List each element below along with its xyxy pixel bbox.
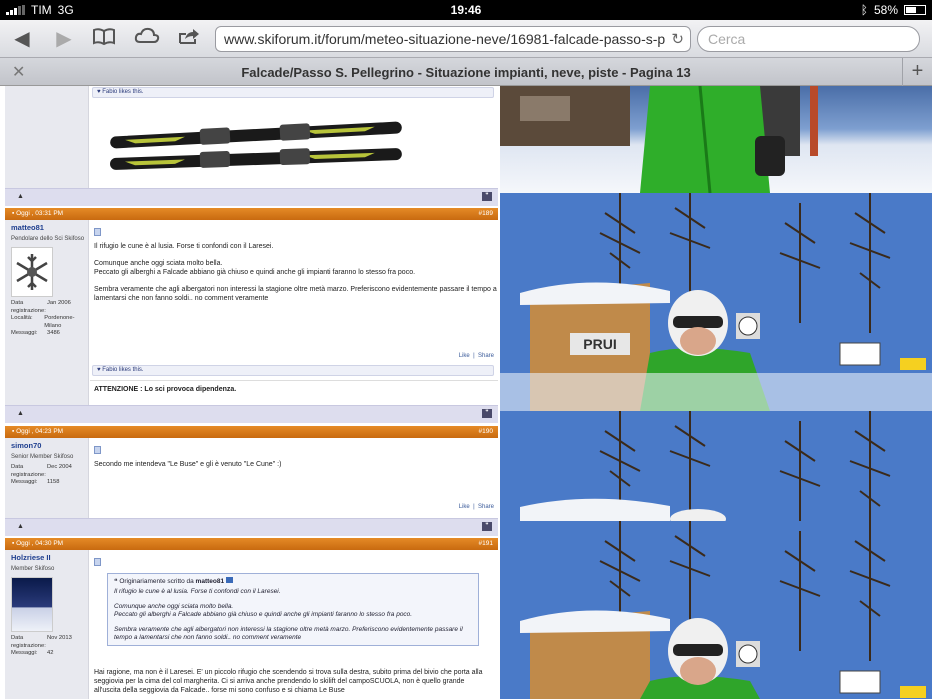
post-date: Oggi , 04:23 PM [16, 428, 64, 435]
quote-box: ❝ Originariamente scritto da matteo81 Il… [107, 573, 479, 646]
post-header: ▪ Oggi , 04:30 PM #191 [5, 538, 498, 550]
user-title: Senior Member Skifoso [11, 454, 74, 460]
post-icon: ▪ [12, 428, 15, 435]
share-link[interactable]: Share [478, 353, 494, 359]
document-icon [94, 446, 101, 454]
browser-toolbar: ◀ ▶ www.skiforum.it/forum/meteo-situazio… [0, 20, 932, 58]
post-number[interactable]: #189 [479, 210, 493, 217]
post-sidebar: Holzriese II Member Skifoso Data registr… [5, 550, 89, 699]
likes-text: Fabio likes this. [102, 89, 144, 95]
quote-icon[interactable]: ❞ [482, 409, 492, 418]
bookmarks-icon[interactable] [90, 26, 118, 52]
photo-column: PRUI [500, 86, 932, 699]
quote-icon[interactable]: ❞ [482, 522, 492, 531]
post-body-text: Hai ragione, ma non è il Laresei. E' un … [94, 669, 483, 694]
post-actions: Like | Share [458, 353, 494, 359]
ski-photo [500, 411, 932, 521]
report-icon[interactable]: ▲ [17, 523, 24, 530]
post-body: Secondo me intendeva "Le Buse" e gli è v… [90, 446, 498, 469]
forum-thread: ♥ Fabio likes this. ▲ ❞ ▪ Oggi , 03:31 P… [0, 86, 500, 699]
ski-photo: PRUI [500, 193, 932, 411]
post-number[interactable]: #191 [479, 540, 493, 547]
post-date: Oggi , 03:31 PM [16, 210, 64, 217]
status-bar: TIM 3G 19:46 ᛒ 58% [0, 0, 932, 20]
post-icon: ▪ [12, 210, 15, 217]
quote-icon[interactable]: ❞ [482, 192, 492, 201]
quote-header: Originariamente scritto da [119, 578, 194, 585]
likes-bar: ♥ Fabio likes this. [92, 87, 494, 98]
user-info: Data registrazione: Nov 2013 Messaggi: 42 [11, 635, 72, 656]
like-link[interactable]: Like [459, 504, 470, 510]
document-icon [94, 558, 101, 566]
back-icon[interactable]: ◀ [8, 26, 36, 52]
ski-photo [500, 86, 932, 193]
post-date: Oggi , 04:30 PM [16, 540, 64, 547]
post-body: Il rifugio le cune è al lusia. Forse ti … [90, 228, 498, 303]
user-info: Data registrazione: Dec 2004 Messaggi: 115… [11, 464, 72, 485]
document-icon [94, 228, 101, 236]
likes-text: Fabio likes this. [102, 367, 144, 373]
share-icon[interactable] [175, 26, 203, 52]
post-header: ▪ Oggi , 04:23 PM #190 [5, 426, 498, 438]
post-number[interactable]: #190 [479, 428, 493, 435]
url-text: www.skiforum.it/forum/meteo-situazione-n… [224, 31, 666, 47]
new-tab-button[interactable]: + [902, 58, 932, 86]
view-post-icon[interactable] [225, 577, 233, 583]
battery-percent: 58% [873, 3, 898, 17]
ski-photo [500, 521, 932, 699]
bluetooth-icon: ᛒ [860, 3, 868, 17]
user-info: Data registrazione: Jan 2006 Località: Por… [11, 300, 75, 336]
tab-bar: ✕ Falcade/Passo S. Pellegrino - Situazio… [0, 58, 932, 86]
thumbs-up-icon: ♥ [97, 367, 101, 373]
search-input[interactable]: Cerca [697, 26, 920, 52]
tab-title[interactable]: Falcade/Passo S. Pellegrino - Situazione… [0, 65, 932, 80]
user-title: Member Skifoso [11, 566, 55, 572]
like-link[interactable]: Like [459, 353, 470, 359]
post-header: ▪ Oggi , 03:31 PM #189 [5, 208, 498, 220]
username[interactable]: matteo81 [11, 223, 88, 232]
post-sidebar: matteo81 Pendolare dello Sci Skifoso Dat… [5, 220, 89, 405]
reload-icon[interactable]: ↻ [671, 30, 684, 48]
avatar[interactable] [11, 577, 53, 632]
thumbs-up-icon: ♥ [97, 89, 101, 95]
post-sidebar [5, 86, 89, 188]
post-icon: ▪ [12, 540, 15, 547]
quote-user[interactable]: matteo81 [196, 578, 225, 585]
address-bar[interactable]: www.skiforum.it/forum/meteo-situazione-n… [215, 26, 691, 52]
clock: 19:46 [450, 3, 482, 17]
report-icon[interactable]: ▲ [17, 193, 24, 200]
likes-bar: ♥ Fabio likes this. [92, 365, 494, 376]
forward-icon[interactable]: ▶ [50, 26, 78, 52]
post-signature: ATTENZIONE : Lo sci provoca dipendenza. [90, 380, 498, 393]
report-icon[interactable]: ▲ [17, 410, 24, 417]
quote-icon: ❝ [114, 578, 118, 585]
post-footer: ▲ ❞ [5, 188, 498, 206]
user-title: Pendolare dello Sci Skifoso [11, 236, 85, 242]
post-sidebar: simon70 Senior Member Skifoso Data regis… [5, 438, 89, 518]
post-footer: ▲ ❞ [5, 518, 498, 536]
share-link[interactable]: Share [478, 504, 494, 510]
post-actions: Like | Share [458, 504, 494, 510]
battery-icon [904, 5, 926, 15]
skis-image [105, 121, 407, 179]
icloud-tabs-icon[interactable] [133, 26, 161, 52]
username[interactable]: simon70 [11, 441, 88, 450]
post-body [90, 558, 498, 569]
avatar[interactable] [11, 247, 53, 297]
post-footer: ▲ ❞ [5, 405, 498, 423]
username[interactable]: Holzriese II [11, 553, 88, 562]
photo-sign-text: PRUI [583, 336, 616, 352]
